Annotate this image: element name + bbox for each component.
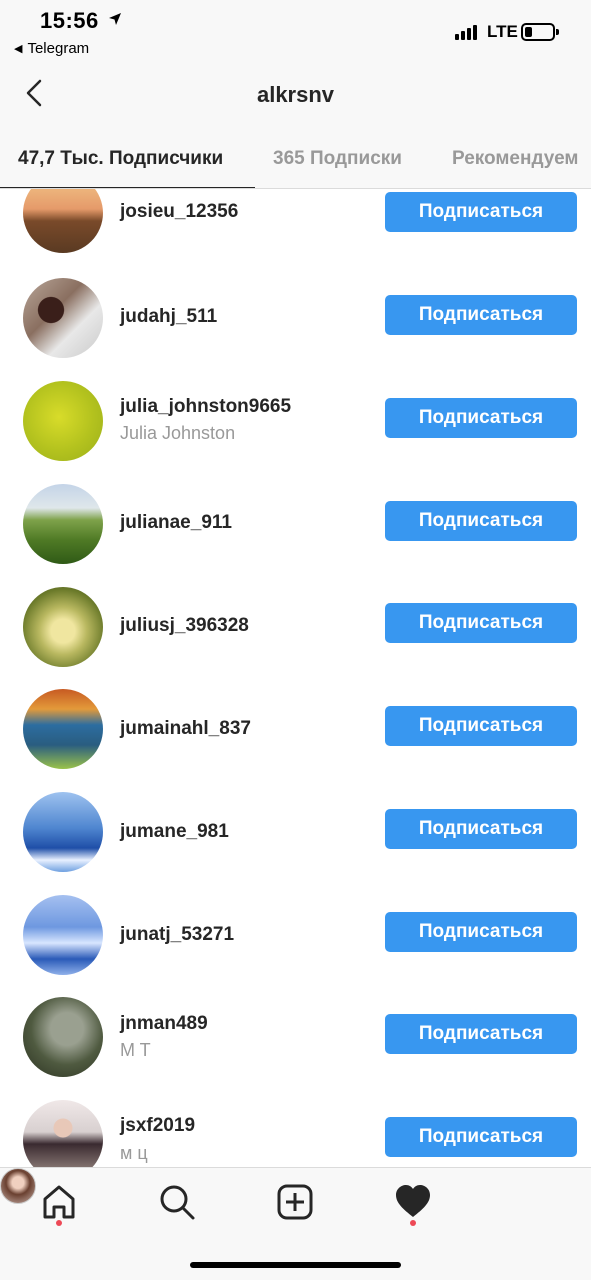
network-type: LTE bbox=[487, 22, 518, 41]
follow-button[interactable]: Подписаться bbox=[385, 1014, 577, 1054]
follow-button[interactable]: Подписаться bbox=[385, 1117, 577, 1157]
full-name: M T bbox=[120, 1040, 151, 1060]
screen: 15:56 ◀ Telegram LTE alkrsnv 47,7 Тыс. П… bbox=[0, 0, 591, 1280]
avatar[interactable] bbox=[23, 1100, 103, 1167]
location-arrow-icon bbox=[109, 13, 121, 25]
username[interactable]: juliusj_396328 bbox=[120, 615, 249, 637]
list-item[interactable]: julia_johnston9665 Julia Johnston Подпис… bbox=[0, 379, 591, 482]
username[interactable]: jsxf2019 bbox=[120, 1115, 195, 1137]
notification-dot bbox=[56, 1220, 62, 1226]
follow-button[interactable]: Подписаться bbox=[385, 501, 577, 541]
header-bar: alkrsnv bbox=[0, 64, 591, 128]
username[interactable]: junatj_53271 bbox=[120, 924, 234, 946]
list-item[interactable]: judahj_511 Подписаться bbox=[0, 276, 591, 379]
username[interactable]: julianae_911 bbox=[120, 512, 232, 534]
follow-button[interactable]: Подписаться bbox=[385, 912, 577, 952]
avatar[interactable] bbox=[23, 189, 103, 253]
followers-list[interactable]: josieu_12356 Подписаться judahj_511 Подп… bbox=[0, 189, 591, 1167]
username[interactable]: jumane_981 bbox=[120, 821, 229, 843]
status-time: 15:56 bbox=[40, 8, 99, 33]
follow-button[interactable]: Подписаться bbox=[385, 398, 577, 438]
list-item[interactable]: jsxf2019 м ц Подписаться bbox=[0, 1100, 591, 1167]
follow-button[interactable]: Подписаться bbox=[385, 809, 577, 849]
username[interactable]: judahj_511 bbox=[120, 306, 217, 328]
list-item[interactable]: juliusj_396328 Подписаться bbox=[0, 585, 591, 688]
add-post-icon[interactable] bbox=[275, 1182, 315, 1222]
avatar[interactable] bbox=[23, 997, 103, 1077]
search-icon[interactable] bbox=[157, 1182, 197, 1222]
battery-icon bbox=[521, 23, 559, 41]
avatar[interactable] bbox=[23, 792, 103, 872]
username[interactable]: jumainahl_837 bbox=[120, 718, 251, 740]
home-indicator bbox=[190, 1262, 401, 1268]
tab-following[interactable]: 365 Подписки bbox=[273, 148, 402, 170]
username[interactable]: josieu_12356 bbox=[120, 201, 238, 223]
full-name: Julia Johnston bbox=[120, 423, 236, 443]
list-item[interactable]: jumainahl_837 Подписаться bbox=[0, 688, 591, 791]
follow-button[interactable]: Подписаться bbox=[385, 706, 577, 746]
list-item[interactable]: josieu_12356 Подписаться bbox=[0, 189, 591, 276]
notification-dot bbox=[410, 1220, 416, 1226]
status-bar: 15:56 ◀ Telegram LTE bbox=[0, 0, 591, 64]
avatar[interactable] bbox=[23, 278, 103, 358]
home-icon[interactable] bbox=[39, 1182, 79, 1222]
back-to-app-link[interactable]: ◀ Telegram bbox=[14, 40, 89, 57]
page-title: alkrsnv bbox=[256, 82, 335, 107]
back-triangle-icon: ◀ bbox=[14, 43, 23, 55]
username[interactable]: julia_johnston9665 bbox=[120, 396, 291, 418]
back-app-label: Telegram bbox=[27, 40, 90, 57]
list-item[interactable]: jnman489 M T Подписаться bbox=[0, 997, 591, 1100]
follow-button[interactable]: Подписаться bbox=[385, 192, 577, 232]
heart-icon[interactable] bbox=[393, 1182, 433, 1222]
tab-bar: 47,7 Тыс. Подписчики 365 Подписки Рекоме… bbox=[0, 128, 591, 189]
avatar[interactable] bbox=[23, 587, 103, 667]
signal-icon bbox=[455, 24, 477, 40]
follow-button[interactable]: Подписаться bbox=[385, 603, 577, 643]
list-item[interactable]: julianae_911 Подписаться bbox=[0, 482, 591, 585]
tab-suggested[interactable]: Рекомендуем bbox=[452, 148, 578, 170]
username[interactable]: jnman489 bbox=[120, 1013, 208, 1035]
avatar[interactable] bbox=[23, 484, 103, 564]
tab-followers[interactable]: 47,7 Тыс. Подписчики bbox=[18, 148, 223, 170]
follow-button[interactable]: Подписаться bbox=[385, 295, 577, 335]
list-item[interactable]: junatj_53271 Подписаться bbox=[0, 894, 591, 997]
profile-avatar[interactable] bbox=[0, 1168, 36, 1204]
avatar[interactable] bbox=[23, 895, 103, 975]
list-item[interactable]: jumane_981 Подписаться bbox=[0, 791, 591, 894]
avatar[interactable] bbox=[23, 689, 103, 769]
avatar[interactable] bbox=[23, 381, 103, 461]
full-name: м ц bbox=[120, 1143, 148, 1163]
